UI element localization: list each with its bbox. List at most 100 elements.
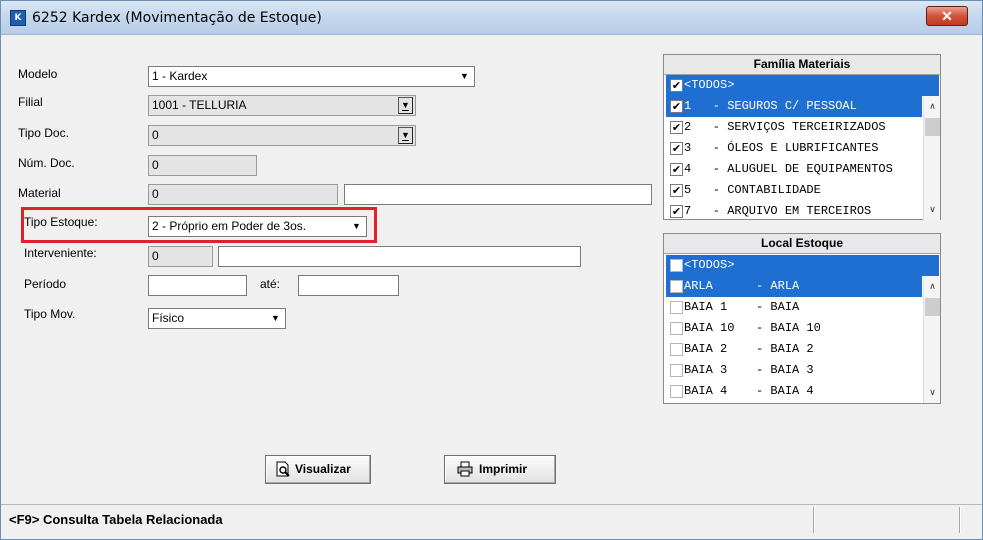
- num-doc-input[interactable]: 0: [148, 155, 257, 176]
- scroll-up-icon[interactable]: ∧: [924, 98, 941, 115]
- list-item[interactable]: ✔ 7 - ARQUIVO EM TERCEIROS: [666, 201, 922, 220]
- imprimir-button[interactable]: Imprimir: [444, 455, 556, 484]
- num-doc-label: Núm. Doc.: [18, 156, 75, 170]
- list-item-label: BAIA 10 - BAIA 10: [684, 321, 821, 335]
- chevron-down-icon[interactable]: ▼: [398, 97, 413, 114]
- list-item-label: 7 - ARQUIVO EM TERCEIROS: [684, 204, 872, 218]
- scroll-thumb[interactable]: [925, 298, 940, 316]
- material-code-input[interactable]: 0: [148, 184, 338, 205]
- list-item[interactable]: ✔ 5 - CONTABILIDADE: [666, 180, 922, 201]
- filial-value: 1001 - TELLURIA: [152, 98, 247, 112]
- list-item[interactable]: BAIA 2 - BAIA 2: [666, 339, 922, 360]
- tipo-mov-value: Físico: [152, 311, 185, 325]
- form-area: Modelo 1 - Kardex ▼ Filial 1001 - TELLUR…: [7, 35, 977, 497]
- list-item[interactable]: ARLA - ARLA: [666, 276, 922, 297]
- checkbox[interactable]: ✔: [670, 121, 683, 134]
- kardex-window: K 6252 Kardex (Movimentação de Estoque) …: [0, 0, 983, 540]
- list-item[interactable]: BAIA 3 - BAIA 3: [666, 360, 922, 381]
- close-button[interactable]: ✕: [926, 6, 968, 26]
- tipo-estoque-value: 2 - Próprio em Poder de 3os.: [152, 219, 307, 233]
- imprimir-label: Imprimir: [479, 462, 528, 476]
- periodo-from-input[interactable]: [148, 275, 247, 296]
- chevron-down-icon[interactable]: ▼: [268, 311, 283, 326]
- visualizar-button[interactable]: Visualizar: [265, 455, 371, 484]
- checkbox[interactable]: ✔: [670, 205, 683, 218]
- filial-select[interactable]: 1001 - TELLURIA ▼: [148, 95, 416, 116]
- familia-scrollbar[interactable]: ∧ ∨: [923, 96, 940, 220]
- num-doc-value: 0: [152, 158, 159, 172]
- interveniente-label: Interveniente:: [24, 246, 97, 260]
- material-label: Material: [18, 186, 61, 200]
- checkbox[interactable]: [670, 259, 683, 272]
- checkbox[interactable]: ✔: [670, 163, 683, 176]
- list-item[interactable]: <TODOS>: [666, 255, 939, 276]
- filial-label: Filial: [18, 95, 43, 109]
- local-estoque-panel: Local Estoque <TODOS> ARLA - ARLA BAIA 1…: [663, 233, 941, 404]
- scroll-down-icon[interactable]: ∨: [924, 201, 941, 218]
- list-item[interactable]: ✔ 3 - ÓLEOS E LUBRIFICANTES: [666, 138, 922, 159]
- printer-icon: [457, 461, 473, 477]
- status-divider: [813, 507, 815, 533]
- window-title: 6252 Kardex (Movimentação de Estoque): [32, 10, 322, 26]
- checkbox[interactable]: ✔: [670, 184, 683, 197]
- scroll-thumb[interactable]: [925, 118, 940, 136]
- status-divider: [959, 507, 961, 533]
- tipo-estoque-select[interactable]: 2 - Próprio em Poder de 3os. ▼: [148, 216, 367, 237]
- local-panel-title: Local Estoque: [664, 234, 940, 254]
- familia-panel-title: Família Materiais: [664, 55, 940, 75]
- scroll-up-icon[interactable]: ∧: [924, 278, 941, 295]
- list-item-label: BAIA 2 - BAIA 2: [684, 342, 814, 356]
- tipo-doc-value: 0: [152, 128, 159, 142]
- checkbox[interactable]: [670, 364, 683, 377]
- list-item-label: <TODOS>: [684, 78, 735, 92]
- tipo-estoque-label: Tipo Estoque:: [24, 215, 98, 229]
- list-item[interactable]: ✔ <TODOS>: [666, 75, 939, 96]
- periodo-to-input[interactable]: [298, 275, 399, 296]
- checkbox[interactable]: ✔: [670, 79, 683, 92]
- modelo-label: Modelo: [18, 67, 58, 81]
- checkbox[interactable]: [670, 385, 683, 398]
- tipo-mov-select[interactable]: Físico ▼: [148, 308, 286, 329]
- list-item[interactable]: ✔ 2 - SERVIÇOS TERCEIRIZADOS: [666, 117, 922, 138]
- checkbox[interactable]: [670, 280, 683, 293]
- title-bar: K 6252 Kardex (Movimentação de Estoque) …: [1, 1, 982, 35]
- checkbox[interactable]: ✔: [670, 100, 683, 113]
- chevron-down-icon[interactable]: ▼: [349, 219, 364, 234]
- list-item[interactable]: ✔ 4 - ALUGUEL DE EQUIPAMENTOS: [666, 159, 922, 180]
- list-item-label: 2 - SERVIÇOS TERCEIRIZADOS: [684, 120, 886, 134]
- close-icon: ✕: [941, 8, 953, 24]
- tipo-doc-label: Tipo Doc.: [18, 126, 69, 140]
- status-text: <F9> Consulta Tabela Relacionada: [9, 512, 223, 527]
- checkbox[interactable]: [670, 322, 683, 335]
- list-item[interactable]: BAIA 10 - BAIA 10: [666, 318, 922, 339]
- tipo-doc-select[interactable]: 0 ▼: [148, 125, 416, 146]
- list-item-label: BAIA 4 - BAIA 4: [684, 384, 814, 398]
- familia-materiais-panel: Família Materiais ✔ <TODOS> ✔ 1 - SEGURO…: [663, 54, 941, 220]
- modelo-select[interactable]: 1 - Kardex ▼: [148, 66, 475, 87]
- checkbox[interactable]: ✔: [670, 142, 683, 155]
- list-item-label: 1 - SEGUROS C/ PESSOAL: [684, 99, 857, 113]
- list-item[interactable]: ✔ 1 - SEGUROS C/ PESSOAL: [666, 96, 922, 117]
- list-item-label: 5 - CONTABILIDADE: [684, 183, 821, 197]
- interveniente-description-input[interactable]: [218, 246, 581, 267]
- interveniente-code-input[interactable]: 0: [148, 246, 213, 267]
- scroll-down-icon[interactable]: ∨: [924, 384, 941, 401]
- list-item-label: BAIA 3 - BAIA 3: [684, 363, 814, 377]
- checkbox[interactable]: [670, 343, 683, 356]
- chevron-down-icon[interactable]: ▼: [398, 127, 413, 144]
- list-item[interactable]: BAIA 1 - BAIA: [666, 297, 922, 318]
- checkbox[interactable]: [670, 301, 683, 314]
- modelo-value: 1 - Kardex: [152, 69, 208, 83]
- list-item[interactable]: BAIA 4 - BAIA 4: [666, 381, 922, 402]
- list-item-label: BAIA 1 - BAIA: [684, 300, 800, 314]
- tipo-mov-label: Tipo Mov.: [24, 307, 76, 321]
- chevron-down-icon[interactable]: ▼: [457, 69, 472, 84]
- ate-label: até:: [260, 277, 281, 291]
- app-icon: K: [10, 10, 26, 26]
- status-bar: <F9> Consulta Tabela Relacionada: [1, 504, 982, 534]
- material-description-input[interactable]: [344, 184, 652, 205]
- visualizar-label: Visualizar: [295, 462, 351, 476]
- list-item-label: <TODOS>: [684, 258, 735, 272]
- interveniente-code-value: 0: [152, 249, 159, 263]
- local-scrollbar[interactable]: ∧ ∨: [923, 276, 940, 403]
